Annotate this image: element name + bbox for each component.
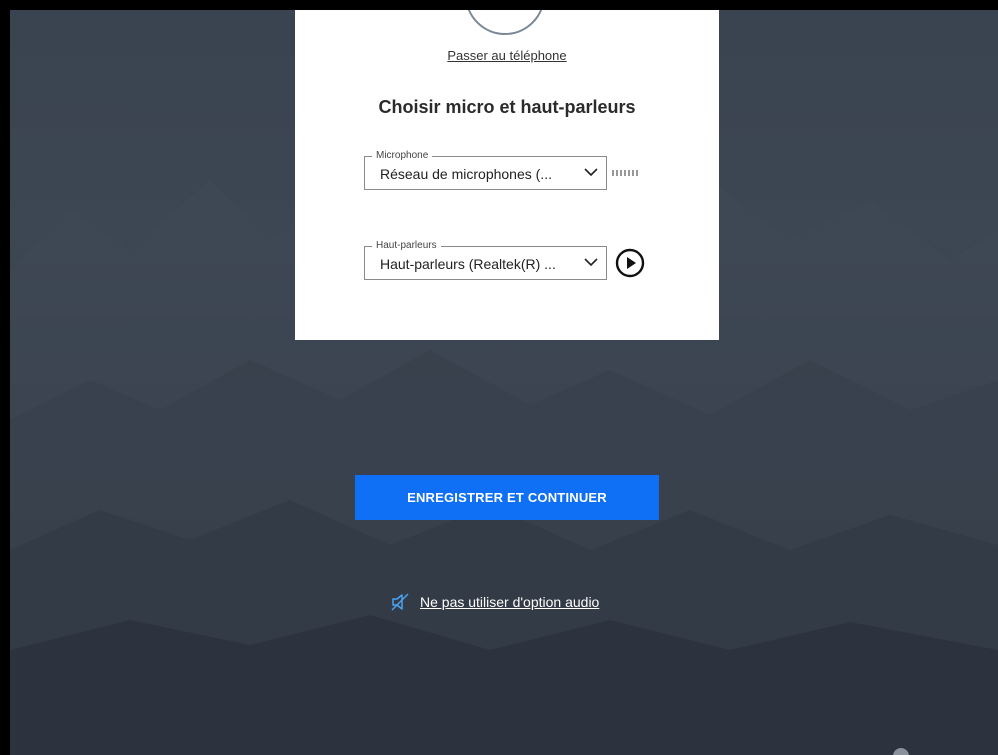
chevron-down-icon [584, 258, 598, 267]
save-and-continue-button[interactable]: ENREGISTRER ET CONTINUER [355, 475, 659, 520]
microphone-select[interactable]: Microphone Réseau de microphones (... [364, 149, 607, 190]
microphone-value: Réseau de microphones (... [380, 166, 552, 182]
audio-settings-card: Passer au téléphone Choisir micro et hau… [295, 10, 719, 340]
speakers-label: Haut-parleurs [372, 239, 441, 253]
microphone-label: Microphone [372, 149, 433, 163]
speakers-select[interactable]: Haut-parleurs Haut-parleurs (Realtek(R) … [364, 239, 607, 280]
audio-settings-heading: Choisir micro et haut-parleurs [378, 97, 636, 117]
switch-to-phone-link[interactable]: Passer au téléphone [295, 48, 719, 63]
no-audio-label: Ne pas utiliser d'option audio [420, 594, 600, 610]
app-background: Passer au téléphone Choisir micro et hau… [10, 10, 998, 755]
level-meter-icon [612, 170, 638, 176]
play-icon[interactable] [615, 248, 645, 278]
speakers-value: Haut-parleurs (Realtek(R) ... [380, 256, 556, 272]
avatar [465, 10, 545, 35]
chevron-down-icon [584, 168, 598, 177]
speaker-muted-icon [391, 593, 409, 611]
no-audio-link[interactable]: Ne pas utiliser d'option audio [390, 592, 599, 612]
